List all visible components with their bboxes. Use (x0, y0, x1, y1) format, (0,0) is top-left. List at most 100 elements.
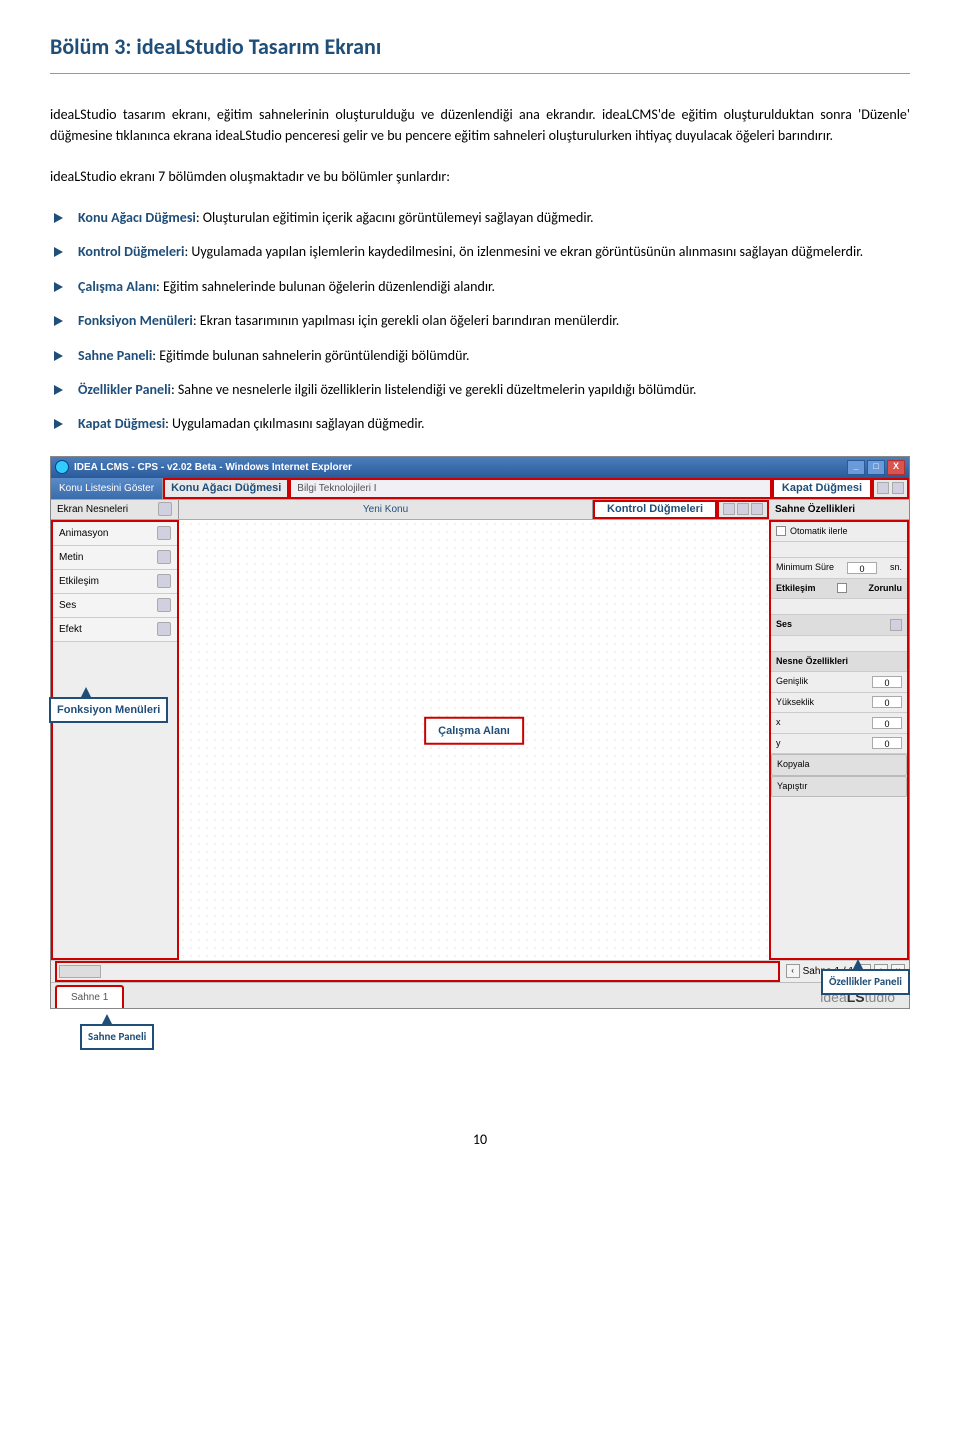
minimize-button[interactable]: _ (847, 460, 865, 475)
desc: : Sahne ve nesnelerle ilgili özellikleri… (171, 381, 697, 398)
label: Yükseklik (776, 696, 814, 710)
zorunlu-checkbox[interactable] (837, 583, 847, 593)
screenshot-icon[interactable] (751, 503, 763, 515)
delete-sound-icon[interactable] (890, 619, 902, 631)
ses-dropdown[interactable] (771, 636, 907, 652)
x-row: x0 (771, 713, 907, 734)
checkbox[interactable] (776, 526, 786, 536)
sidebar-item-metin[interactable]: Metin (53, 546, 177, 570)
dropdown-placeholder[interactable] (771, 542, 907, 558)
label: Ses (59, 598, 76, 613)
preview-icon[interactable] (737, 503, 749, 515)
course-title: Bilgi Teknolojileri I (289, 478, 772, 499)
desc: : Uygulamada yapılan işlemlerin kaydedil… (184, 243, 863, 260)
label: Etkileşim (59, 574, 99, 589)
prev-scene-button[interactable]: ‹ (786, 964, 800, 978)
help-icon[interactable] (892, 482, 904, 494)
list-item: Sahne Paneli: Eğitimde bulunan sahneleri… (50, 345, 910, 367)
label: x (776, 716, 781, 730)
label: Otomatik ilerle (786, 525, 902, 539)
x-input[interactable]: 0 (872, 717, 902, 729)
desc: : Eğitim sahnelerinde bulunan öğelerin d… (156, 278, 495, 295)
ses-header: Ses (771, 615, 907, 636)
label: Minimum Süre (776, 561, 834, 575)
term: Çalışma Alanı (78, 278, 156, 295)
section-heading: Bölüm 3: ideaLStudio Tasarım Ekranı (50, 30, 910, 63)
genislik-row: Genişlik 0 (771, 672, 907, 693)
page-number: 10 (50, 1129, 910, 1150)
label: Kapat Düğmesi (782, 480, 862, 497)
konu-agaci-callout: Konu Ağacı Düğmesi (163, 478, 289, 499)
label: Yeni Konu (363, 502, 408, 517)
sidebar-item-animasyon[interactable]: Animasyon (53, 522, 177, 546)
close-window-button[interactable]: X (887, 460, 905, 475)
label: Özellikler Paneli (829, 975, 902, 988)
window-buttons: _ □ X (847, 460, 905, 475)
desc: : Oluşturulan eğitimin içerik ağacını gö… (196, 209, 594, 226)
scene-thumbnail[interactable] (59, 965, 101, 978)
sidebar-item-etkilesim[interactable]: Etkileşim (53, 570, 177, 594)
scene-strip (55, 961, 780, 982)
list-item: Çalışma Alanı: Eğitim sahnelerinde bulun… (50, 276, 910, 298)
nesne-header: Nesne Özellikleri (771, 652, 907, 673)
topic-list-button[interactable]: Konu Listesini Göster (51, 478, 163, 499)
label: Konu Listesini Göster (59, 481, 154, 496)
otomatik-ilerle-row[interactable]: Otomatik ilerle (771, 522, 907, 543)
y-input[interactable]: 0 (872, 737, 902, 749)
list-item: Konu Ağacı Düğmesi: Oluşturulan eğitimin… (50, 207, 910, 229)
term: Sahne Paneli (78, 347, 152, 364)
maximize-button[interactable]: □ (867, 460, 885, 475)
term: Kontrol Düğmeleri (78, 243, 184, 260)
sidebar-item-efekt[interactable]: Efekt (53, 618, 177, 642)
label: Sahne Özellikleri (775, 502, 855, 517)
label: Bilgi Teknolojileri I (297, 481, 376, 496)
zorunlu-label: Zorunlu (869, 582, 903, 596)
kopyala-button[interactable]: Kopyala (771, 754, 907, 776)
genislik-input[interactable]: 0 (872, 676, 902, 688)
arrow-up-icon (102, 1014, 112, 1024)
label: Etkileşim (776, 582, 816, 596)
yukseklik-row: Yükseklik 0 (771, 693, 907, 714)
label: Konu Ağacı Düğmesi (171, 480, 281, 497)
close-app-icon[interactable] (877, 482, 889, 494)
sahne-ozellikleri-header: Sahne Özellikleri (769, 500, 909, 519)
sound-icon (157, 598, 171, 612)
label: Metin (59, 550, 83, 565)
label: Genişlik (776, 675, 808, 689)
list-item: Kontrol Düğmeleri: Uygulamada yapılan iş… (50, 241, 910, 263)
label: y (776, 737, 781, 751)
interaction-icon (157, 574, 171, 588)
label: Sahne Paneli (88, 1030, 146, 1043)
work-canvas[interactable]: Çalışma Alanı (179, 520, 769, 960)
label: Animasyon (59, 526, 108, 541)
animation-icon (157, 526, 171, 540)
tab-sahne-1[interactable]: Sahne 1 (55, 985, 124, 1008)
yukseklik-input[interactable]: 0 (872, 696, 902, 708)
calisma-alani-callout: Çalışma Alanı (424, 717, 524, 746)
main-area: Animasyon Metin Etkileşim Ses Efekt Çalı… (51, 520, 909, 960)
list-item: Fonksiyon Menüleri: Ekran tasarımının ya… (50, 310, 910, 332)
scene-thumbnail-row: ‹ Sahne 1 / 1 › + × (51, 960, 909, 982)
ozellikler-paneli-annot: Özellikler Paneli (821, 969, 910, 996)
min-sure-row: Minimum Süre 0 sn. (771, 558, 907, 579)
label: Kontrol Düğmeleri (607, 501, 703, 518)
heading-rule (50, 73, 910, 74)
intro-paragraph-1: ideaLStudio tasarım ekranı, eğitim sahne… (50, 104, 910, 146)
desc: : Uygulamadan çıkılmasını sağlayan düğme… (165, 415, 424, 432)
window-title: IDEA LCMS - CPS - v2.02 Beta - Windows I… (74, 460, 847, 475)
min-sure-input[interactable]: 0 (847, 562, 877, 574)
unit: sn. (890, 561, 902, 575)
ekran-nesneleri-pane[interactable]: Ekran Nesneleri (51, 500, 179, 519)
control-buttons (717, 500, 769, 519)
list-item: Özellikler Paneli: Sahne ve nesnelerle i… (50, 379, 910, 401)
etkilesim-dropdown[interactable] (771, 599, 907, 615)
yapistir-button[interactable]: Yapıştır (771, 776, 907, 798)
kontrol-callout: Kontrol Düğmeleri (593, 500, 717, 519)
function-menu-sidebar: Animasyon Metin Etkileşim Ses Efekt (51, 520, 179, 960)
term: Konu Ağacı Düğmesi (78, 209, 196, 226)
term: Fonksiyon Menüleri (78, 312, 193, 329)
save-icon[interactable] (723, 503, 735, 515)
fonksiyon-annot: Fonksiyon Menüleri (49, 697, 168, 724)
arrow-up-icon (853, 959, 863, 969)
sidebar-item-ses[interactable]: Ses (53, 594, 177, 618)
